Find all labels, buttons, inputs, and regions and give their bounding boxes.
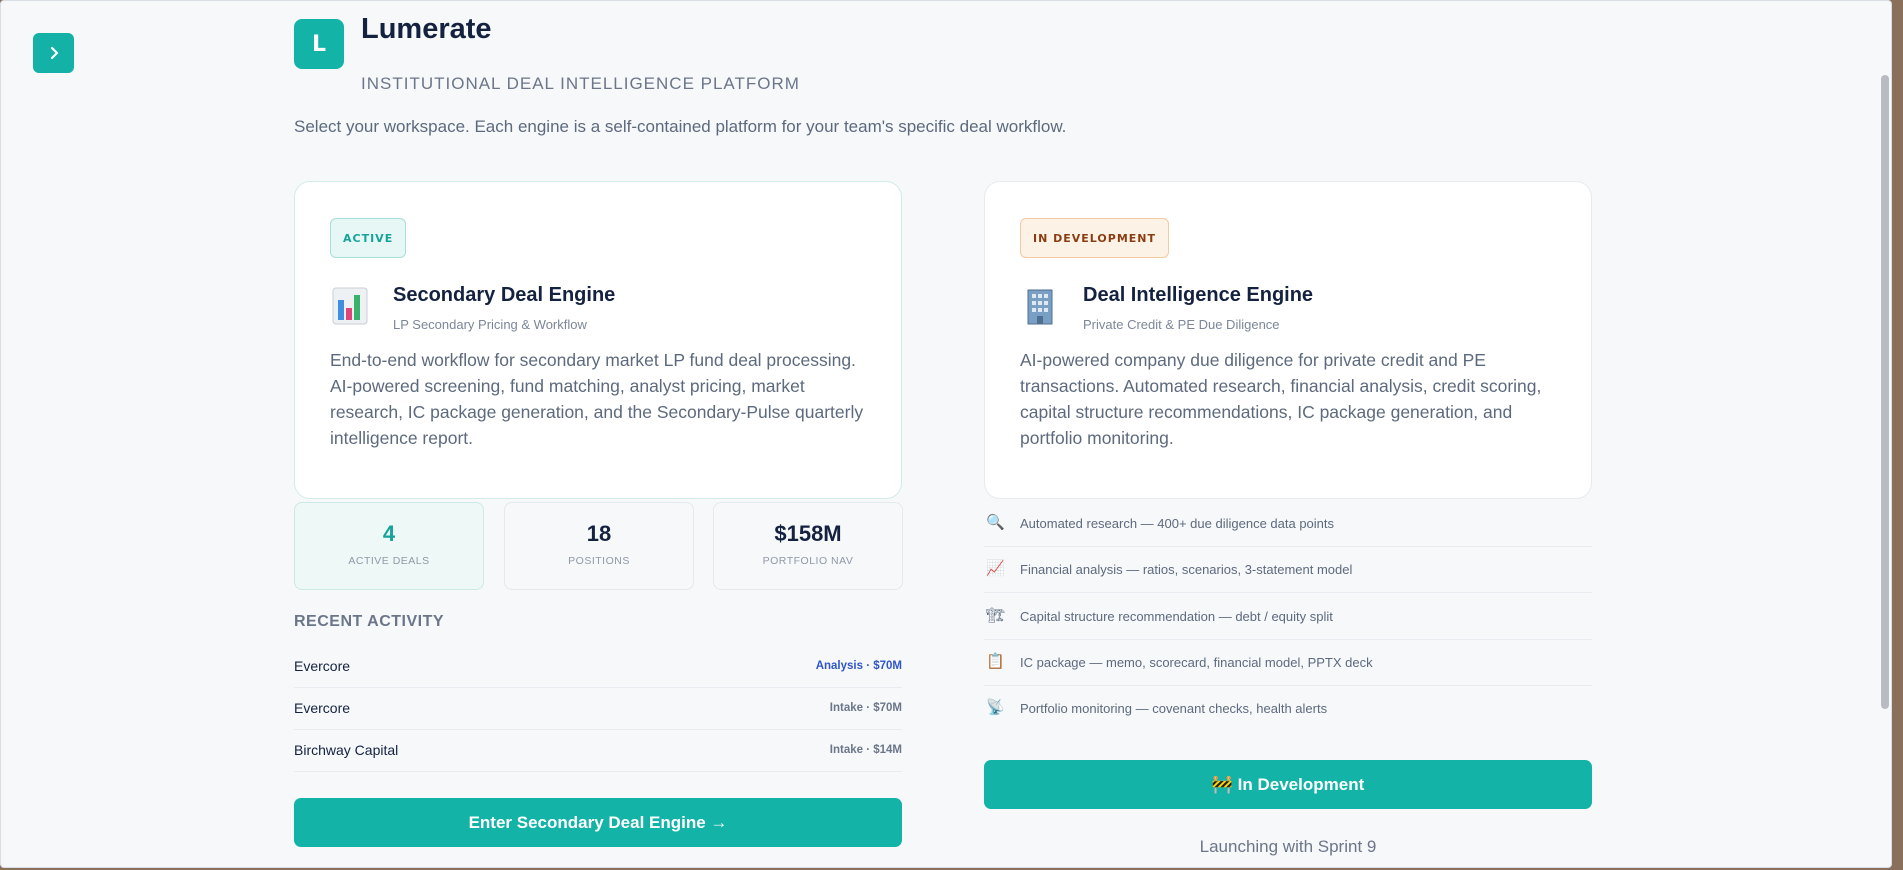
app-tagline: INSTITUTIONAL DEAL INTELLIGENCE PLATFORM: [361, 74, 800, 93]
launch-note: Launching with Sprint 9: [1199, 837, 1377, 856]
stat-portfolio-nav: $158M PORTFOLIO NAV: [713, 502, 903, 590]
engine-subtitle: LP Secondary Pricing & Workflow: [393, 317, 587, 332]
stat-label: PORTFOLIO NAV: [762, 555, 854, 567]
logo-badge: L: [294, 19, 344, 69]
activity-row[interactable]: Birchway Capital Intake · $14M: [294, 729, 902, 772]
feature-text: Portfolio monitoring — covenant checks, …: [1020, 700, 1328, 716]
feature-item: 📋 IC package — memo, scorecard, financia…: [984, 639, 1592, 686]
engine-description: End-to-end workflow for secondary market…: [330, 350, 864, 448]
clipboard-icon: 📋: [986, 653, 1005, 670]
activity-meta: Analysis · $70M: [815, 660, 902, 672]
status-badge-active: ACTIVE: [330, 218, 407, 258]
recent-activity-heading: RECENT ACTIVITY: [294, 613, 445, 630]
activity-meta: Intake · $14M: [829, 744, 902, 756]
status-badge-in-development: IN DEVELOPMENT: [1020, 218, 1170, 258]
activity-name: Evercore: [294, 658, 351, 674]
activity-meta: Intake · $70M: [829, 702, 902, 714]
crane-icon: 🏗: [986, 607, 1006, 624]
stat-label: ACTIVE DEALS: [348, 555, 430, 567]
bar-chart-icon: [332, 287, 368, 325]
intelligence-engine-card: IN DEVELOPMENT Deal Intelligence Engine …: [984, 181, 1592, 499]
satellite-icon: 📡: [986, 699, 1005, 716]
engine-title: Deal Intelligence Engine: [1083, 284, 1314, 306]
feature-item: 🔍 Automated research — 400+ due diligenc…: [984, 500, 1592, 547]
sidebar-toggle-button[interactable]: [33, 33, 74, 73]
engine-subtitle: Private Credit & PE Due Diligence: [1083, 317, 1280, 332]
stat-value: $158M: [774, 521, 842, 546]
feature-item: 🏗 Capital structure recommendation — deb…: [984, 593, 1592, 640]
activity-row[interactable]: Evercore Analysis · $70M: [294, 645, 902, 688]
activity-name: Evercore: [294, 700, 351, 716]
feature-text: Capital structure recommendation — debt …: [1020, 608, 1333, 624]
feature-text: Financial analysis — ratios, scenarios, …: [1020, 561, 1353, 577]
app-name: Lumerate: [361, 13, 492, 45]
engine-title: Secondary Deal Engine: [393, 284, 616, 306]
stat-label: POSITIONS: [568, 555, 630, 567]
enter-secondary-engine-button[interactable]: Enter Secondary Deal Engine →: [294, 798, 902, 847]
app-window: L Lumerate INSTITUTIONAL DEAL INTELLIGEN…: [0, 0, 1892, 868]
feature-text: IC package — memo, scorecard, financial …: [1020, 654, 1373, 670]
activity-name: Birchway Capital: [294, 742, 399, 758]
stat-value: 4: [382, 521, 396, 546]
chevron-right-icon: [50, 46, 58, 60]
secondary-engine-card[interactable]: ACTIVE Secondary Deal Engine LP Secondar…: [294, 181, 902, 499]
feature-item: 📡 Portfolio monitoring — covenant checks…: [984, 685, 1592, 731]
engine-description: AI-powered company due diligence for pri…: [1020, 350, 1542, 448]
feature-text: Automated research — 400+ due diligence …: [1020, 515, 1335, 531]
magnifier-icon: 🔍: [986, 514, 1005, 531]
stat-positions: 18 POSITIONS: [504, 502, 694, 590]
intro-text: Select your workspace. Each engine is a …: [294, 117, 1067, 136]
office-building-icon: [1027, 289, 1053, 325]
activity-row[interactable]: Evercore Intake · $70M: [294, 687, 902, 730]
trend-chart-icon: 📈: [986, 560, 1005, 577]
stat-value: 18: [586, 521, 612, 546]
in-development-button[interactable]: 🚧 In Development: [984, 760, 1592, 809]
scrollbar-thumb[interactable]: [1881, 75, 1889, 709]
stat-active-deals: 4 ACTIVE DEALS: [294, 502, 484, 590]
feature-item: 📈 Financial analysis — ratios, scenarios…: [984, 546, 1592, 593]
